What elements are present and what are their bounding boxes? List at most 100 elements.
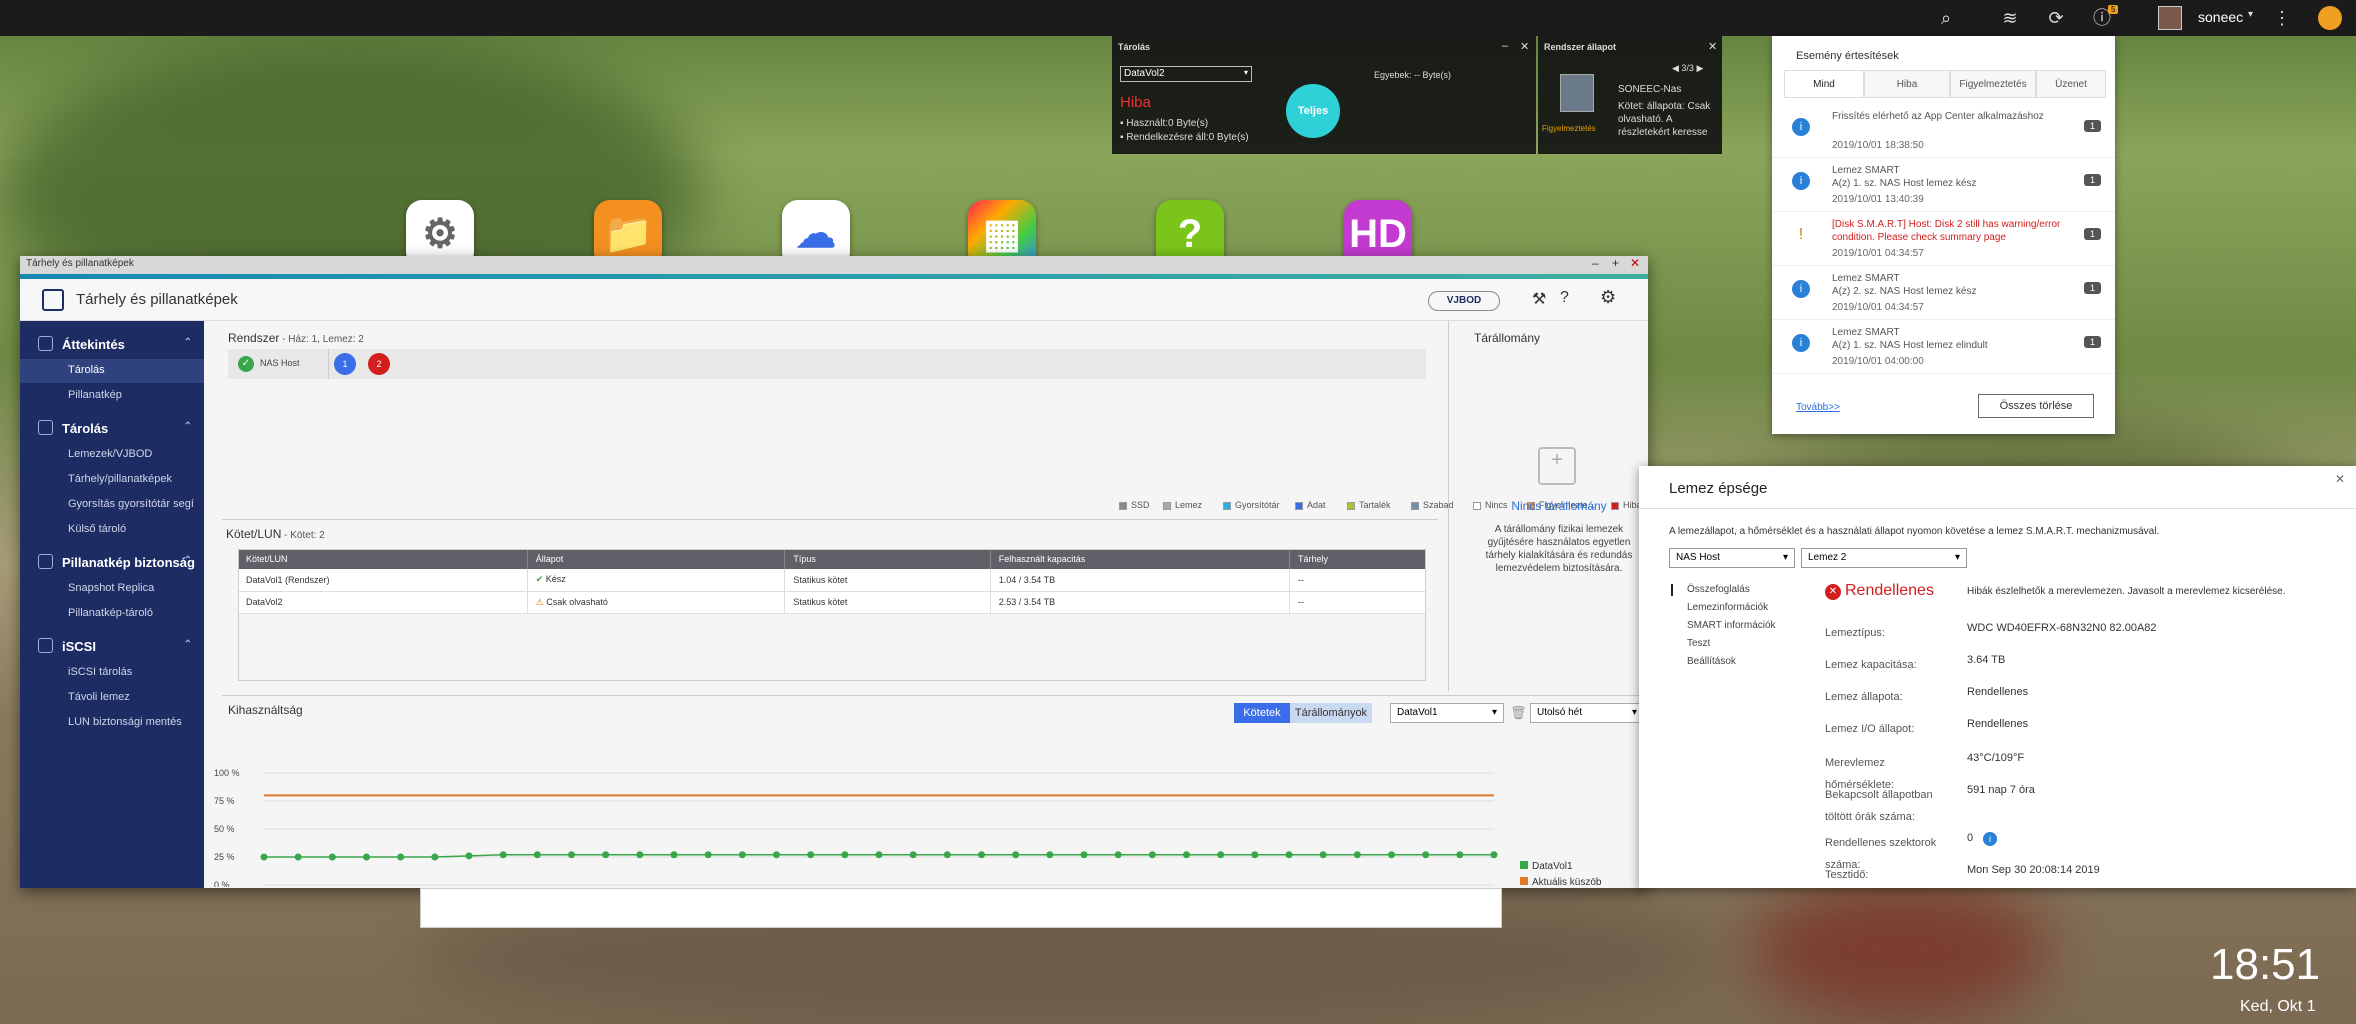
sidebar-item[interactable]: Pillanatkép	[20, 384, 204, 408]
sidebar-item[interactable]: Külső tároló	[20, 518, 204, 542]
column-header[interactable]: Felhasznált kapacitás	[990, 549, 1291, 569]
tab-all[interactable]: Mind	[1784, 70, 1864, 98]
window-shadow-panel	[420, 888, 1502, 928]
event-notifications-panel: Esemény értesítések Mind Hiba Figyelmezt…	[1772, 36, 2115, 434]
minimize-icon[interactable]: –	[1592, 256, 1599, 270]
dashboard-icon[interactable]	[2318, 6, 2342, 30]
minimize-icon[interactable]: –	[1502, 40, 1508, 52]
notification-item[interactable]: i Lemez SMART A(z) 2. sz. NAS Host lemez …	[1772, 266, 2115, 320]
pools-toggle-button[interactable]: Tárállományok	[1290, 703, 1372, 723]
volumes-toggle-button[interactable]: Kötetek	[1234, 703, 1290, 723]
window-titlebar-text: Tárhely és pillanatképek	[26, 258, 134, 269]
sidebar-item[interactable]: Tárolás	[20, 359, 204, 383]
tab-message[interactable]: Üzenet	[2036, 70, 2106, 98]
table-row[interactable]: DataVol1 (Rendszer) ✔ Kész Statikus kötet 1…	[238, 569, 1426, 592]
disk-nav-item[interactable]: Beállítások	[1687, 656, 1736, 667]
disk-nav-item[interactable]: Lemezinformációk	[1687, 602, 1768, 613]
maximize-icon[interactable]: +	[1612, 256, 1619, 270]
column-header[interactable]: Tárhely	[1289, 549, 1426, 569]
chevron-up-icon[interactable]: ⌃	[184, 421, 192, 432]
disk-status-description: Hibák észlelhetők a merevlemezen. Javaso…	[1967, 586, 2286, 597]
info-icon[interactable]: i	[1983, 832, 1997, 846]
more-icon[interactable]: ⋮	[2270, 6, 2294, 30]
info-icon: i	[1792, 334, 1810, 352]
notification-time: 2019/10/01 04:34:57	[1832, 302, 1924, 313]
tab-warning[interactable]: Figyelmeztetés	[1950, 70, 2036, 98]
close-icon[interactable]: ✕	[1708, 40, 1717, 53]
disk-select[interactable]: Lemez 2 ▾	[1801, 548, 1967, 568]
legend-swatch	[1520, 877, 1528, 885]
info-icon: i	[1792, 280, 1810, 298]
field-value: Mon Sep 30 20:08:14 2019	[1967, 864, 2100, 876]
host-label[interactable]: NAS Host	[260, 358, 300, 368]
volume-select[interactable]: DataVol1 ▾	[1390, 703, 1504, 723]
table-cell: ⚠ Csak olvasható	[527, 591, 786, 614]
no-pool-link[interactable]: Nincs tárállomány	[1484, 499, 1634, 513]
disk-nav-item[interactable]: Összefoglalás	[1687, 584, 1750, 595]
status-message: Kötet: állapota: Csak olvasható. A részl…	[1618, 101, 1711, 138]
disk-nav-item[interactable]: Teszt	[1687, 638, 1710, 649]
y-tick-label: 50 %	[214, 824, 235, 834]
sidebar-item[interactable]: Pillanatkép-tároló	[20, 602, 204, 626]
sidebar-section[interactable]: Áttekintés ⌃	[20, 331, 204, 357]
pager[interactable]: ◀ 3/3 ▶	[1672, 63, 1703, 74]
sidebar-section[interactable]: iSCSI ⌃	[20, 633, 204, 659]
disk-nav-item[interactable]: SMART információk	[1687, 620, 1776, 631]
help-icon[interactable]: ?	[1560, 289, 1569, 307]
close-icon[interactable]: ✕	[1520, 40, 1529, 53]
chevron-up-icon[interactable]: ⌃	[184, 337, 192, 348]
column-header[interactable]: Kötet/LUN	[238, 549, 528, 569]
notification-item[interactable]: i Frissítés elérhető az App Center alkalm…	[1772, 104, 2115, 158]
disk-1-icon[interactable]: 1	[334, 353, 356, 375]
tools-icon[interactable]: ⚒	[1532, 289, 1546, 309]
notification-item[interactable]: ! [Disk S.M.A.R.T] Host: Disk 2 still has…	[1772, 212, 2115, 266]
trash-icon[interactable]: 🗑	[1510, 705, 1527, 721]
clock-time: 18:51	[2210, 940, 2321, 989]
username[interactable]: soneec	[2198, 9, 2243, 25]
field-label: Lemez kapacitása:	[1825, 659, 1917, 671]
sync-icon[interactable]: ⟳	[2044, 6, 2068, 30]
avatar[interactable]	[2158, 6, 2182, 30]
table-cell: --	[1289, 569, 1426, 592]
close-icon[interactable]: ✕	[1630, 256, 1640, 270]
more-link[interactable]: Tovább>>	[1796, 402, 1840, 413]
notification-item[interactable]: i Lemez SMART A(z) 1. sz. NAS Host lemez …	[1772, 320, 2115, 374]
column-header[interactable]: Típus	[784, 549, 991, 569]
y-tick-label: 100 %	[214, 768, 240, 778]
notification-item[interactable]: i Lemez SMART A(z) 1. sz. NAS Host lemez …	[1772, 158, 2115, 212]
chevron-down-icon[interactable]: ▾	[2248, 9, 2253, 20]
sidebar-item[interactable]: iSCSI tárolás	[20, 661, 204, 685]
table-cell: Statikus kötet	[784, 591, 991, 614]
table-row[interactable]: DataVol2 ⚠ Csak olvasható Statikus kötet 2.…	[238, 591, 1426, 614]
column-header[interactable]: Állapot	[527, 549, 786, 569]
tab-error[interactable]: Hiba	[1864, 70, 1950, 98]
sidebar-section[interactable]: Tárolás ⌃	[20, 415, 204, 441]
search-icon[interactable]: ⌕	[1934, 6, 1958, 30]
nav-indicator	[1671, 584, 1673, 596]
clear-all-button[interactable]: Összes törlése	[1978, 394, 2094, 418]
disk-2-icon[interactable]: 2	[368, 353, 390, 375]
sidebar-section[interactable]: Pillanatkép biztonság ⌃	[20, 549, 204, 575]
sidebar-item[interactable]: Snapshot Replica	[20, 577, 204, 601]
volume-select[interactable]: DataVol2 ▾	[1120, 66, 1252, 82]
sidebar-item[interactable]: LUN biztonsági mentés	[20, 711, 204, 735]
storage-widget: Tárolás – ✕ DataVol2 ▾ Egyebek: -- Byte(s…	[1112, 36, 1536, 154]
range-select[interactable]: Utolsó hét ▾	[1530, 703, 1644, 723]
vjbod-button[interactable]: VJBOD	[1428, 291, 1500, 311]
legend-swatch	[1223, 502, 1231, 510]
window-header: Tárhely és pillanatképek VJBOD ⚒ ? ⚙	[20, 279, 1648, 321]
legend-label: DataVol1	[1532, 861, 1573, 872]
close-icon[interactable]: ✕	[2335, 472, 2345, 486]
sidebar-item[interactable]: Gyorsítás gyorsítótár segí	[20, 493, 204, 517]
sidebar-item[interactable]: Tárhely/pillanatképek	[20, 468, 204, 492]
gear-icon[interactable]: ⚙	[1600, 287, 1616, 308]
sidebar-item[interactable]: Távoli lemez	[20, 686, 204, 710]
volumes-table: Kötet/LUN Állapot Típus Felhasznált kapacit…	[238, 549, 1426, 614]
host-select[interactable]: NAS Host ▾	[1669, 548, 1795, 568]
stack-icon[interactable]: ≋	[1998, 6, 2022, 30]
chevron-up-icon[interactable]: ⌃	[184, 555, 192, 566]
chevron-up-icon[interactable]: ⌃	[184, 639, 192, 650]
sidebar-item[interactable]: Lemezek/VJBOD	[20, 443, 204, 467]
field-value: 0	[1967, 832, 1974, 844]
used-capacity: ▪ Használt:0 Byte(s)	[1120, 118, 1209, 129]
